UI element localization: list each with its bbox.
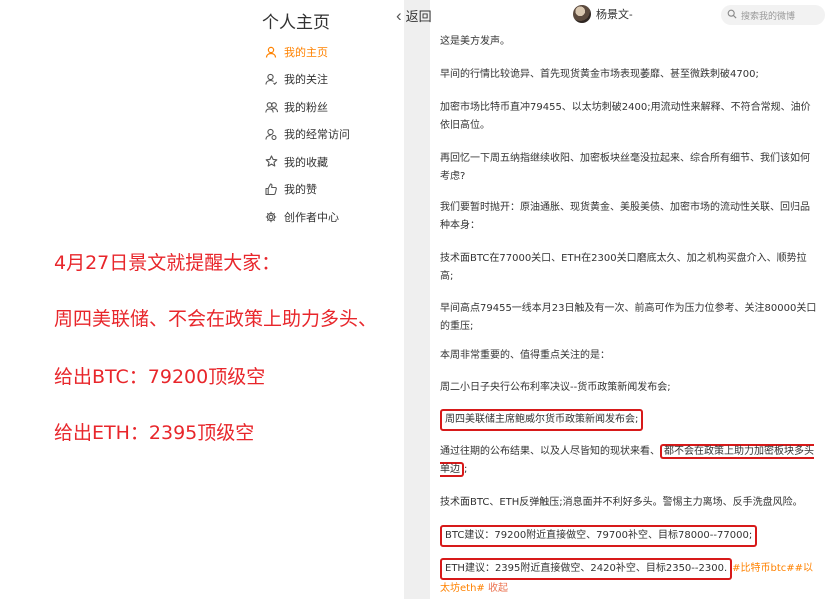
- avatar[interactable]: [573, 5, 591, 23]
- sidebar-item-home[interactable]: 我的主页: [264, 38, 350, 66]
- sidebar-item-label: 创作者中心: [284, 211, 339, 224]
- post-paragraph: 早间的行情比较诡异、首先现货黄金市场表现萎靡、甚至微跌刺破4700;: [440, 69, 759, 80]
- post-paragraph: 通过往期的公布结果、以及人尽皆知的现状来看、 都不会在政策上助力加密板块多头单边;: [440, 443, 818, 479]
- user-info[interactable]: 杨景文-: [573, 5, 633, 23]
- sidebar-menu: 我的主页 我的关注 我的粉丝 我的经常访问 我的收藏 我的赞 创作者中心: [264, 38, 350, 231]
- post-paragraph: 早间高点79455一线本月23日触及有一次、前高可作为压力位参考、关注80000…: [440, 303, 817, 332]
- post-paragraph: 再回忆一下周五纳指继续收阳、加密板块丝毫没拉起来、综合所有细节、我们该如何考虑?: [440, 153, 810, 182]
- post-paragraph: 这是美方发声。: [440, 36, 510, 47]
- btc-advice: BTC建议：79200附近直接做空、79700补空、目标78000--77000…: [440, 525, 758, 547]
- top-bar: ‹ 返回 杨景文- 搜索我的微博: [396, 0, 829, 30]
- post-panel: ‹ 返回 杨景文- 搜索我的微博 这是美方发声。 早间的行情比较诡异、首先现货黄…: [396, 0, 829, 599]
- eth-advice: ETH建议：2395附近直接做空、2420补空、目标2350--2300.: [440, 558, 733, 580]
- fans-icon: [264, 100, 278, 114]
- post-paragraph: 周二小日子央行公布利率决议--货币政策新闻发布会;: [440, 382, 671, 393]
- sidebar-item-follow[interactable]: 我的关注: [264, 66, 350, 94]
- post-paragraph: 技术面BTC在77000关口、ETH在2300关口磨底太久、加之机构买盘介入、顺…: [440, 253, 807, 282]
- post-paragraph-highlight: 周四美联储主席鲍威尔货币政策新闻发布会;: [440, 409, 818, 431]
- star-icon: [264, 155, 278, 169]
- user-icon: [264, 45, 278, 59]
- post-paragraph: 本周非常重要的、值得重点关注的是：: [440, 350, 610, 361]
- sidebar-item-label: 我的关注: [284, 74, 328, 87]
- user-follow-icon: [264, 72, 278, 86]
- search-icon: [727, 9, 741, 21]
- chevron-left-icon: ‹: [396, 6, 402, 25]
- username[interactable]: 杨景文-: [596, 6, 633, 22]
- thumbs-up-icon: [264, 182, 278, 196]
- post-paragraph: 加密市场比特币直冲79455、以太坊刺破2400;用流动性来解释、不符合常规、油…: [440, 102, 811, 131]
- sidebar-item-label: 我的主页: [284, 46, 328, 59]
- sidebar-item-favorites[interactable]: 我的收藏: [264, 148, 350, 176]
- sidebar-item-label: 我的赞: [284, 184, 317, 197]
- promo-line-1: 4月27日景文就提醒大家：: [54, 252, 281, 274]
- sidebar-title: 个人主页: [262, 13, 330, 32]
- fed-meeting-highlight: 周四美联储主席鲍威尔货币政策新闻发布会;: [440, 409, 644, 431]
- gear-icon: [264, 210, 278, 224]
- promo-line-2: 周四美联储、不会在政策上助力多头、: [54, 308, 378, 330]
- sidebar-item-label: 我的粉丝: [284, 101, 328, 114]
- collapse-link[interactable]: 收起: [488, 583, 508, 594]
- post-text: ;: [464, 464, 468, 475]
- post-paragraph: 技术面BTC、ETH反弹触压;消息面并不利好多头。警惕主力离场、反手洗盘风险。: [440, 497, 803, 508]
- promo-line-4: 给出ETH：2395顶级空: [54, 422, 255, 444]
- search-placeholder: 搜索我的微博: [741, 10, 796, 21]
- eth-advice-line: ETH建议：2395附近直接做空、2420补空、目标2350--2300. #比特…: [440, 558, 818, 598]
- sidebar-item-creator-center[interactable]: 创作者中心: [264, 203, 350, 231]
- left-panel: 个人主页 我的主页 我的关注 我的粉丝 我的经常访问 我的收藏 我的赞 创作者中…: [0, 0, 418, 599]
- post-text: 通过往期的公布结果、以及人尽皆知的现状来看、: [440, 446, 660, 457]
- btc-advice-line: BTC建议：79200附近直接做空、79700补空、目标78000--77000…: [440, 525, 818, 547]
- panel-divider: [404, 0, 430, 599]
- promo-line-3: 给出BTC：79200顶级空: [54, 366, 266, 388]
- user-visit-icon: [264, 127, 278, 141]
- post-paragraph: 我们要暂时抛开：原油通胀、现货黄金、美股美债、加密市场的流动性关联、回归品种本身…: [440, 202, 810, 231]
- sidebar-item-visit[interactable]: 我的经常访问: [264, 121, 350, 149]
- search-input[interactable]: 搜索我的微博: [721, 5, 825, 25]
- sidebar-item-label: 我的收藏: [284, 156, 328, 169]
- back-label: 返回: [405, 9, 432, 24]
- back-button[interactable]: ‹ 返回: [396, 6, 432, 25]
- sidebar-item-likes[interactable]: 我的赞: [264, 176, 350, 204]
- sidebar-item-label: 我的经常访问: [284, 129, 350, 142]
- sidebar-item-fans[interactable]: 我的粉丝: [264, 93, 350, 121]
